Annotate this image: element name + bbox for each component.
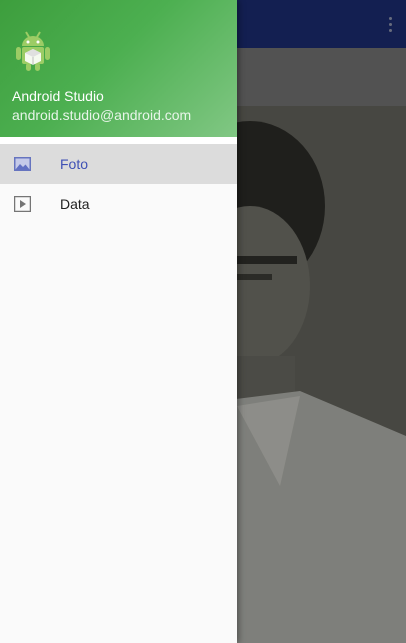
navigation-drawer: Android Studio android.studio@android.co… bbox=[0, 0, 237, 643]
android-robot-icon bbox=[16, 31, 50, 71]
drawer-item-foto[interactable]: Foto bbox=[0, 144, 237, 184]
drawer-header: Android Studio android.studio@android.co… bbox=[0, 0, 237, 144]
drawer-item-label: Foto bbox=[60, 156, 89, 172]
drawer-menu: Foto Data bbox=[0, 144, 237, 224]
account-name: Android Studio bbox=[12, 88, 104, 104]
app-screen: Android Studio android.studio@android.co… bbox=[0, 0, 406, 643]
account-email: android.studio@android.com bbox=[12, 107, 192, 123]
play-icon bbox=[14, 196, 31, 212]
drawer-item-label: Data bbox=[60, 196, 90, 212]
image-icon bbox=[14, 157, 31, 171]
drawer-item-data[interactable]: Data bbox=[0, 184, 237, 224]
